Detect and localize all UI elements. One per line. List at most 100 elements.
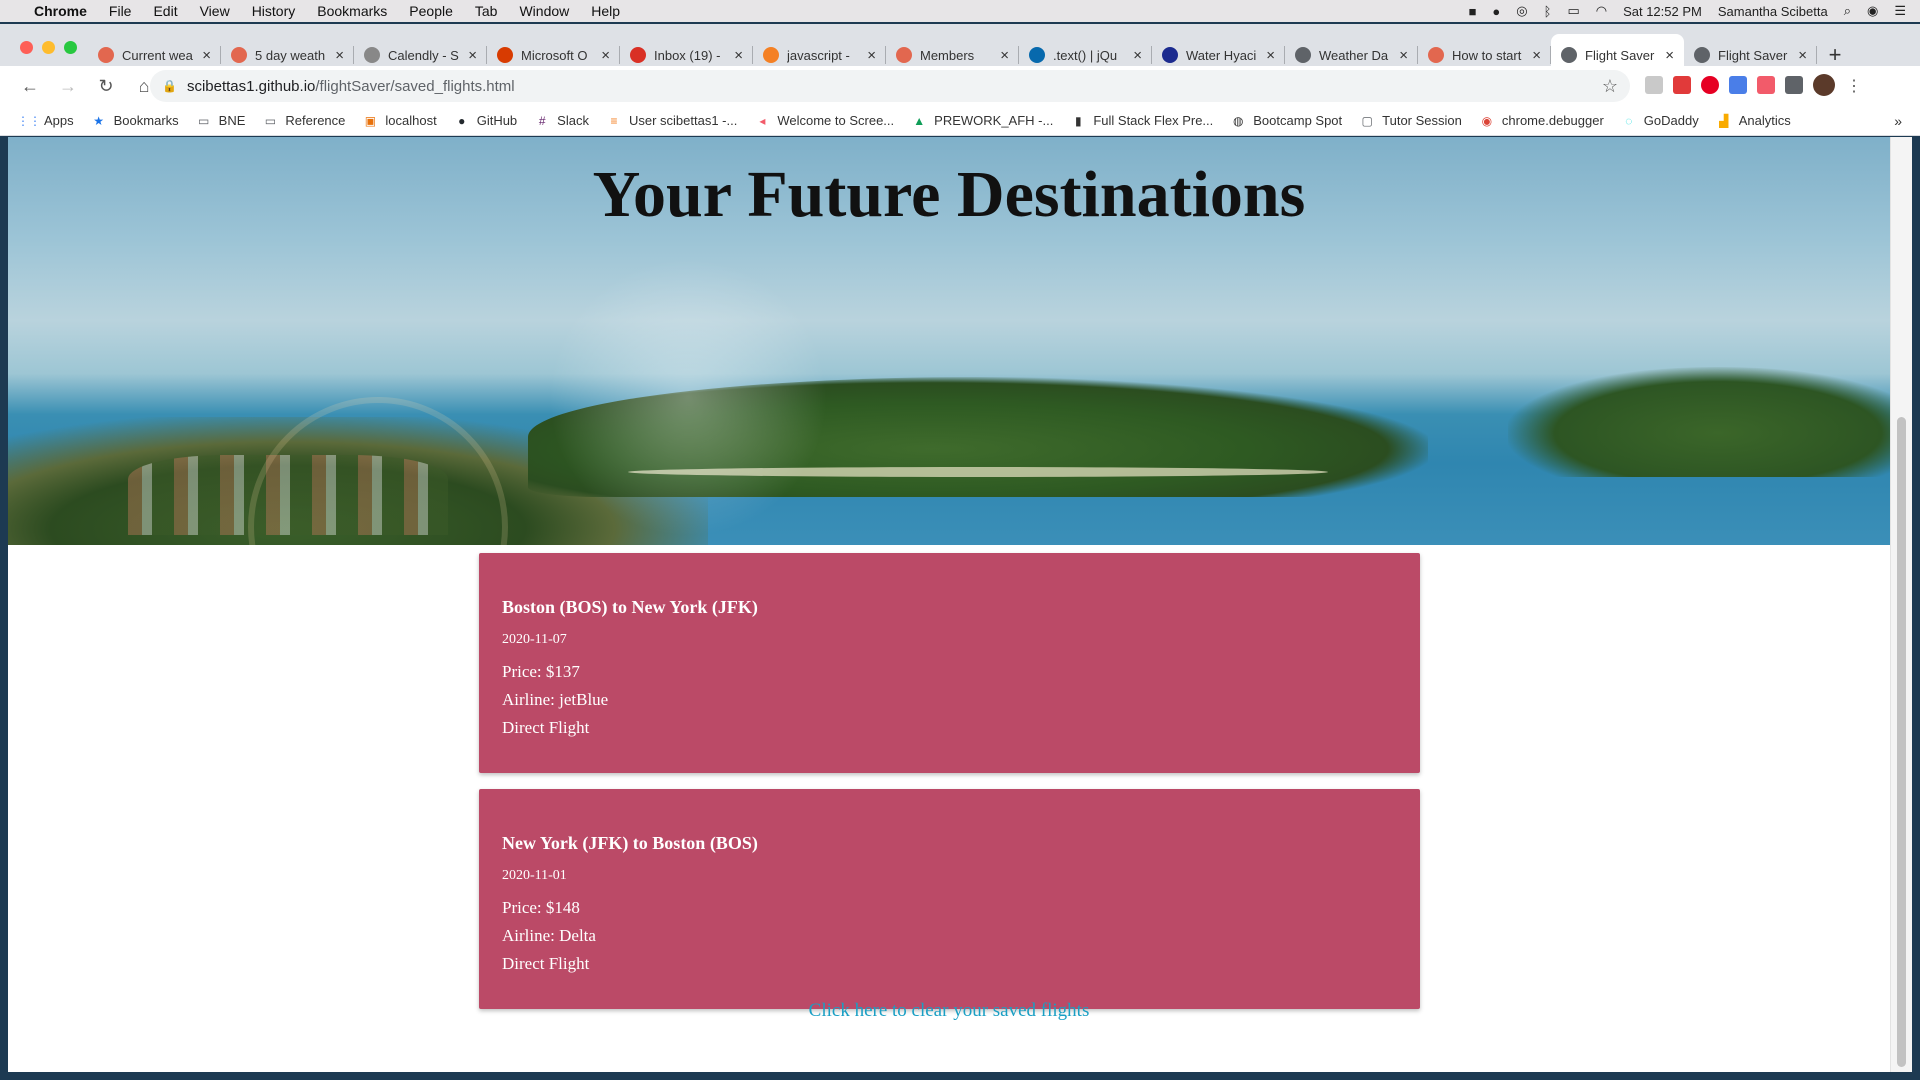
bookmark-item[interactable]: ● GitHub	[455, 113, 517, 128]
tab-label: Flight Saver	[1585, 47, 1655, 63]
tab-favicon-icon	[231, 47, 247, 63]
folder-icon: ▭	[198, 113, 210, 128]
menu-clock[interactable]: Sat 12:52 PM	[1623, 4, 1702, 19]
menu-view[interactable]: View	[200, 3, 230, 19]
bookmark-item[interactable]: ★ Bookmarks	[92, 113, 178, 128]
tab-favicon-icon	[896, 47, 912, 63]
globe-icon: ◍	[1233, 113, 1244, 128]
maximize-window-button[interactable]	[64, 41, 77, 54]
tab-favicon-icon	[1428, 47, 1444, 63]
pinterest-icon[interactable]	[1701, 76, 1719, 94]
menu-edit[interactable]: Edit	[153, 3, 177, 19]
book-icon: ▮	[1075, 113, 1082, 128]
tab-close-icon[interactable]: ×	[202, 47, 211, 64]
tab-close-icon[interactable]: ×	[601, 47, 610, 64]
flight-date: 2020-11-07	[502, 632, 567, 647]
flight-date: 2020-11-01	[502, 868, 567, 883]
bookmark-label: Welcome to Scree...	[777, 113, 895, 128]
notification-icon[interactable]: ●	[1492, 4, 1500, 19]
tab-favicon-icon	[364, 47, 380, 63]
bookmark-item[interactable]: ◍ Bootcamp Spot	[1231, 113, 1342, 128]
clear-saved-flights-link[interactable]: Click here to clear your saved flights	[8, 1000, 1890, 1022]
menu-history[interactable]: History	[252, 3, 296, 19]
bookmark-item[interactable]: ▲ PREWORK_AFH -...	[912, 113, 1053, 128]
bookmark-item[interactable]: ▟ Analytics	[1717, 113, 1791, 128]
tab-close-icon[interactable]: ×	[1798, 47, 1807, 64]
menu-file[interactable]: File	[109, 3, 132, 19]
reload-icon[interactable]: ↻	[90, 76, 122, 97]
menu-people[interactable]: People	[409, 3, 453, 19]
translate-icon[interactable]	[1729, 76, 1747, 94]
extension-red-icon[interactable]	[1673, 76, 1691, 94]
extensions-puzzle-icon[interactable]	[1785, 76, 1803, 94]
close-window-button[interactable]	[20, 41, 33, 54]
flight-price: Price: $137	[502, 662, 580, 681]
menu-help[interactable]: Help	[591, 3, 620, 19]
siri-icon[interactable]: ◉	[1867, 3, 1878, 19]
flight-card: New York (JFK) to Boston (BOS) 2020-11-0…	[479, 789, 1420, 1009]
more-bookmarks-icon[interactable]: »	[1894, 113, 1902, 129]
menu-app-name[interactable]: Chrome	[34, 3, 87, 19]
forward-arrow-icon[interactable]: →	[52, 76, 84, 97]
menu-bookmarks[interactable]: Bookmarks	[317, 3, 387, 19]
airplay-icon[interactable]: ▭	[1567, 3, 1579, 19]
flight-airline: Airline: jetBlue	[502, 690, 609, 709]
control-center-icon[interactable]: ☰	[1894, 3, 1906, 19]
folder-icon: ▭	[264, 113, 277, 128]
minimize-window-button[interactable]	[42, 41, 55, 54]
menu-window[interactable]: Window	[519, 3, 569, 19]
tab-close-icon[interactable]: ×	[867, 47, 876, 64]
chrome-menu-icon[interactable]: ⋮	[1845, 76, 1863, 95]
bookmark-item[interactable]: ⋮⋮ Apps	[17, 113, 74, 128]
tab-close-icon[interactable]: ×	[1133, 47, 1142, 64]
tab-favicon-icon	[1029, 47, 1045, 63]
tab-close-icon[interactable]: ×	[468, 47, 477, 64]
address-bar[interactable]: 🔒 scibettas1.github.io/flightSaver/saved…	[150, 70, 1630, 102]
bookmark-star-icon[interactable]: ☆	[1602, 76, 1618, 97]
tab-favicon-icon	[630, 47, 646, 63]
tab-favicon-icon	[497, 47, 513, 63]
wifi-icon[interactable]: ◠	[1596, 3, 1607, 19]
back-arrow-icon[interactable]: ←	[14, 76, 46, 97]
bookmark-item[interactable]: ▭ Reference	[263, 113, 346, 128]
bookmark-label: localhost	[385, 113, 437, 128]
window-controls	[20, 41, 77, 54]
bookmark-item[interactable]: ▣ localhost	[363, 113, 437, 128]
tab-close-icon[interactable]: ×	[734, 47, 743, 64]
flight-price: Price: $148	[502, 898, 580, 917]
tab-close-icon[interactable]: ×	[1532, 47, 1541, 64]
tab-label: Water Hyaci	[1186, 47, 1257, 63]
bookmark-item[interactable]: ◂ Welcome to Scree...	[755, 113, 894, 128]
menu-user-name[interactable]: Samantha Scibetta	[1718, 4, 1828, 19]
zoom-status-icon[interactable]: ■	[1469, 4, 1477, 19]
tab-close-icon[interactable]: ×	[1665, 47, 1674, 64]
page-title: Your Future Destinations	[592, 158, 1306, 231]
macos-menu-bar: Chrome File Edit View History Bookmarks …	[0, 0, 1920, 22]
bookmark-label: BNE	[218, 113, 246, 128]
extension-icon[interactable]	[1645, 76, 1663, 94]
profile-avatar[interactable]	[1813, 74, 1835, 96]
bookmark-label: Tutor Session	[1382, 113, 1462, 128]
tab-close-icon[interactable]: ×	[1399, 47, 1408, 64]
hero-haze	[548, 257, 828, 537]
tab-close-icon[interactable]: ×	[1266, 47, 1275, 64]
tab-close-icon[interactable]: ×	[1000, 47, 1009, 64]
bookmark-item[interactable]: ◉ chrome.debugger	[1480, 113, 1604, 128]
screencastify-ext-icon[interactable]	[1757, 76, 1775, 94]
bookmark-item[interactable]: ▭ BNE	[197, 113, 246, 128]
tab-close-icon[interactable]: ×	[335, 47, 344, 64]
bluetooth-icon[interactable]: ᛒ	[1544, 4, 1552, 19]
bookmark-item[interactable]: ≡ User scibettas1 -...	[607, 113, 737, 128]
bookmark-label: GitHub	[476, 113, 518, 128]
lock-icon[interactable]: 🔒	[162, 79, 177, 93]
spotlight-search-icon[interactable]: ⌕	[1844, 3, 1851, 19]
bookmark-item[interactable]: ▢ Tutor Session	[1360, 113, 1462, 128]
scrollbar-thumb[interactable]	[1897, 417, 1906, 1067]
bookmark-item[interactable]: ▮ Full Stack Flex Pre...	[1071, 113, 1213, 128]
page-scrollbar[interactable]	[1890, 137, 1912, 1072]
creative-cloud-icon[interactable]: ◎	[1516, 3, 1527, 19]
bookmark-item[interactable]: ◌ GoDaddy	[1622, 113, 1699, 128]
menu-tab[interactable]: Tab	[475, 3, 498, 19]
tab-label: .text() | jQu	[1053, 47, 1118, 63]
bookmark-item[interactable]: # Slack	[535, 113, 589, 128]
